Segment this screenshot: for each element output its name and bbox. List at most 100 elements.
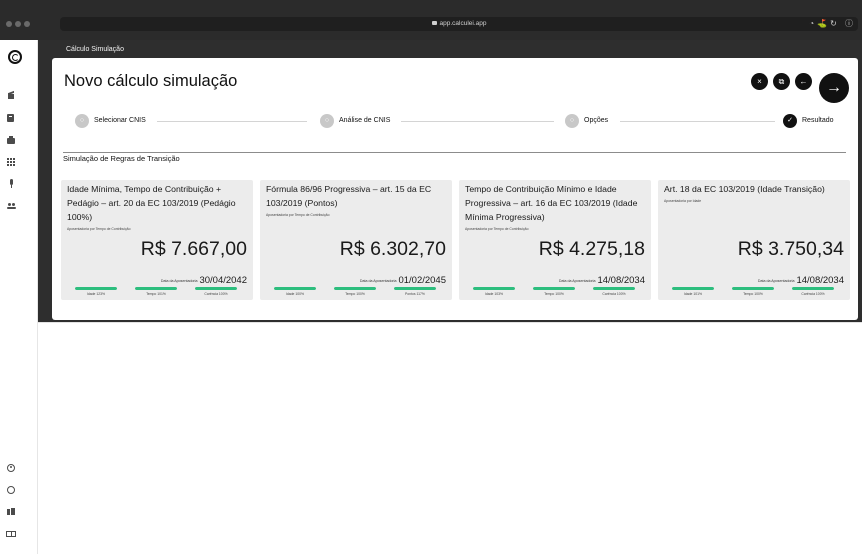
progress-label: Pontos 117% <box>405 292 425 296</box>
lock-icon <box>431 21 437 25</box>
minimize-window-dot[interactable] <box>15 21 21 27</box>
arrow-right-icon: → <box>826 79 842 96</box>
date-value: 30/04/2042 <box>199 275 247 286</box>
card-type: Aposentadoria por Idade <box>664 199 702 203</box>
arrow-left-icon: ← <box>799 77 808 86</box>
address-bar[interactable]: app.calculei.app <box>60 17 858 31</box>
url-text: app.calculei.app <box>439 20 487 27</box>
progress-bar <box>593 287 635 290</box>
progress-bar <box>394 287 436 290</box>
progress-label: Tempo 100% <box>743 292 763 296</box>
close-icon: × <box>757 77 762 86</box>
progress-label: Carência 100% <box>602 292 626 296</box>
card-value: R$ 4.275,18 <box>538 238 645 260</box>
card-type: Aposentadoria por Tempo de Contribuição <box>67 227 131 231</box>
date-label: Data da Aposentadoria <box>757 279 795 283</box>
lower-content-area <box>38 322 862 554</box>
progress-bar <box>533 287 575 290</box>
progress-bar <box>792 287 834 290</box>
date-label: Data da Aposentadoria <box>160 279 198 283</box>
progress-label: Tempo 101% <box>146 292 166 296</box>
card-date-row: Data da Aposentadoria 14/08/2034 <box>559 273 645 287</box>
card-value: R$ 7.667,00 <box>140 238 247 260</box>
date-label: Data da Aposentadoria <box>359 279 397 283</box>
step-icon: ○ <box>320 114 334 128</box>
team-icon[interactable] <box>5 506 17 518</box>
progress-fill <box>593 287 635 290</box>
progress-label: Carência 100% <box>204 292 228 296</box>
grid-icon[interactable] <box>5 156 17 168</box>
close-window-dot[interactable] <box>6 21 12 27</box>
step-label: Selecionar CNIS <box>94 117 146 124</box>
progress-bar <box>334 287 376 290</box>
card-value: R$ 6.302,70 <box>339 238 446 260</box>
progress-fill <box>274 287 316 290</box>
progress-fill <box>792 287 834 290</box>
progress-fill <box>732 287 774 290</box>
browser-toolbar-icons[interactable]: ◔⛳↻ ⓘ <box>809 17 856 31</box>
step-label: Resultado <box>802 117 834 124</box>
progress-fill <box>135 287 177 290</box>
user-circle-icon[interactable] <box>5 462 17 474</box>
page-title: Novo cálculo simulação <box>64 72 238 90</box>
progress-bar <box>75 287 117 290</box>
next-button[interactable]: → <box>819 73 849 103</box>
progress-bar <box>195 287 237 290</box>
stepper-connector <box>620 121 775 122</box>
progress-label: Idade 100% <box>285 292 305 296</box>
section-title: Simulação de Regras de Transição <box>63 154 180 163</box>
briefcase-icon[interactable] <box>5 134 17 146</box>
result-card[interactable]: Fórmula 86/96 Progressiva – art. 15 da E… <box>260 180 452 300</box>
step-label: Opções <box>584 117 609 124</box>
zoom-window-dot[interactable] <box>24 21 30 27</box>
check-icon: ✓ <box>783 114 797 128</box>
close-button[interactable]: × <box>751 73 768 90</box>
progress-bar <box>732 287 774 290</box>
result-card[interactable]: Tempo de Contribuição Mínimo e Idade Pro… <box>459 180 651 300</box>
section-divider <box>63 152 846 153</box>
step-icon: ○ <box>565 114 579 128</box>
progress-fill <box>195 287 237 290</box>
progress-fill <box>75 287 117 290</box>
result-card[interactable]: Art. 18 da EC 103/2019 (Idade Transição)… <box>658 180 850 300</box>
date-value: 01/02/2045 <box>398 275 446 286</box>
date-value: 14/08/2034 <box>796 275 844 286</box>
section-breadcrumb: Cálculo Simulação <box>66 46 124 53</box>
calculei-logo[interactable] <box>8 50 22 64</box>
users-icon[interactable] <box>5 200 17 212</box>
progress-label: Tempo 100% <box>345 292 365 296</box>
card-date-row: Data da Aposentadoria 01/02/2045 <box>360 273 446 287</box>
card-title: Idade Mínima, Tempo de Contribuição + Pe… <box>67 184 236 222</box>
whatsapp-icon[interactable] <box>5 484 17 496</box>
stepper-connector <box>157 121 307 122</box>
book-icon[interactable] <box>5 528 17 540</box>
progress-fill <box>334 287 376 290</box>
step-label: Análise de CNIS <box>339 117 391 124</box>
progress-label: Tempo 100% <box>544 292 564 296</box>
browser-titlebar: app.calculei.app ◔⛳↻ ⓘ <box>0 0 862 40</box>
card-value: R$ 3.750,34 <box>737 238 844 260</box>
progress-fill <box>394 287 436 290</box>
date-value: 14/08/2034 <box>597 275 645 286</box>
progress-bar <box>672 287 714 290</box>
card-type: Aposentadoria por Tempo de Contribuição <box>465 227 529 231</box>
app-sidebar <box>0 40 38 554</box>
step-icon: ○ <box>75 114 89 128</box>
progress-label: Idade 123% <box>86 292 106 296</box>
date-label: Data da Aposentadoria <box>558 279 596 283</box>
microphone-icon[interactable] <box>5 178 17 190</box>
home-icon[interactable] <box>5 90 17 102</box>
copy-icon: ⧉ <box>778 77 785 86</box>
progress-bar <box>135 287 177 290</box>
card-title: Art. 18 da EC 103/2019 (Idade Transição) <box>664 184 825 194</box>
progress-fill <box>672 287 714 290</box>
result-card[interactable]: Idade Mínima, Tempo de Contribuição + Pe… <box>61 180 253 300</box>
stepper-connector <box>401 121 554 122</box>
copy-button[interactable]: ⧉ <box>773 73 790 90</box>
back-button[interactable]: ← <box>795 73 812 90</box>
progress-fill <box>533 287 575 290</box>
card-date-row: Data da Aposentadoria 30/04/2042 <box>161 273 247 287</box>
card-date-row: Data da Aposentadoria 14/08/2034 <box>758 273 844 287</box>
document-icon[interactable] <box>5 112 17 124</box>
progress-bar <box>274 287 316 290</box>
